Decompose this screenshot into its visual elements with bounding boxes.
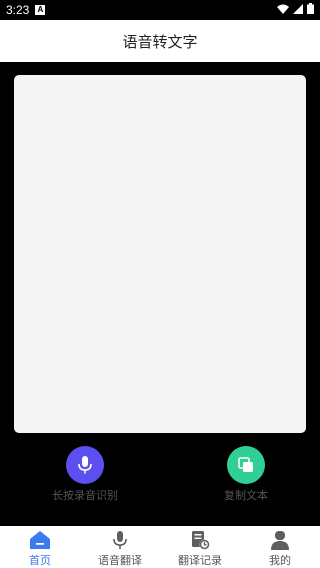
tab-translation-history[interactable]: 翻译记录: [160, 526, 240, 568]
user-icon: [269, 529, 291, 551]
status-bar: 3:23 A: [0, 0, 320, 20]
tab-label: 我的: [269, 554, 291, 567]
notification-badge: A: [35, 5, 46, 15]
tab-profile[interactable]: 我的: [240, 526, 320, 568]
tab-label: 翻译记录: [178, 554, 222, 567]
battery-icon: [307, 3, 314, 17]
copy-label: 复制文本: [224, 489, 268, 502]
record-label: 长按录音识别: [52, 489, 118, 502]
bottom-tab-bar: 首页 语音翻译 翻译记录 我的: [0, 526, 320, 568]
page-title: 语音转文字: [122, 32, 198, 51]
microphone-icon: [78, 456, 92, 474]
signal-icon: [293, 3, 303, 17]
tab-label: 首页: [29, 554, 51, 567]
copy-circle[interactable]: [227, 446, 265, 484]
home-icon: [29, 529, 51, 551]
tab-home[interactable]: 首页: [0, 526, 80, 568]
status-icons: [277, 3, 314, 17]
transcription-text-area[interactable]: [14, 75, 306, 433]
main-content: 长按录音识别 复制文本: [0, 62, 320, 526]
record-button[interactable]: 长按录音识别: [40, 446, 130, 503]
microphone-icon: [109, 529, 131, 551]
record-circle[interactable]: [66, 446, 104, 484]
app-header: 语音转文字: [0, 20, 320, 62]
tab-label: 语音翻译: [98, 554, 142, 567]
tab-voice-translate[interactable]: 语音翻译: [80, 526, 160, 568]
copy-icon: [238, 457, 253, 472]
copy-text-button[interactable]: 复制文本: [201, 446, 291, 503]
wifi-icon: [277, 3, 289, 17]
history-icon: [189, 529, 211, 551]
status-time: 3:23: [6, 3, 30, 17]
